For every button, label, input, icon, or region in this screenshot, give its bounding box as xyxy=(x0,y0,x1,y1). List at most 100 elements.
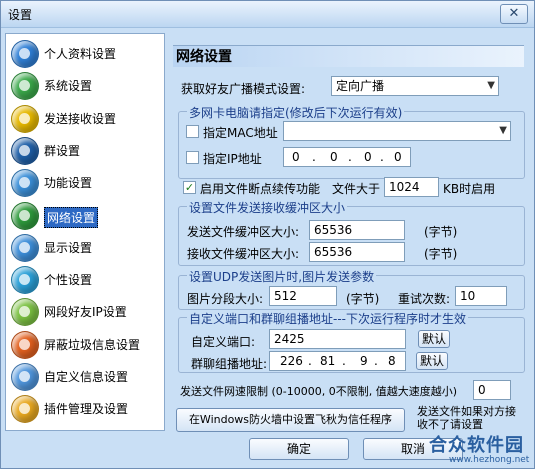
port-label: 自定义端口: xyxy=(191,335,256,349)
ip-address-field[interactable]: 0 . 0 . 0 . 0 xyxy=(283,147,411,167)
firewall-note: 发送文件如果对方接收不了请设置 xyxy=(417,405,516,431)
sidebar-item-label: 插件管理及设置 xyxy=(44,402,129,417)
sidebar-item[interactable]: 自定义信息设置 xyxy=(8,361,160,391)
sidebar-item-label: 自定义信息设置 xyxy=(44,370,129,384)
sidebar-item-label: 群设置 xyxy=(44,143,81,158)
sidebar-item[interactable]: 功能设置 xyxy=(8,167,160,198)
check-icon: ✓ xyxy=(184,181,195,194)
sidebar-item-icon xyxy=(11,40,39,68)
mac-checkbox[interactable] xyxy=(186,125,199,138)
multicast-octet-1: 226 xyxy=(280,354,303,368)
port-value: 2425 xyxy=(274,332,305,346)
sidebar-item[interactable]: 插件管理及设置 xyxy=(8,393,160,424)
sidebar-item-icon xyxy=(11,266,39,295)
sidebar-item-label: 个人资料设置 xyxy=(44,47,117,61)
recv-buffer-value: 65536 xyxy=(314,245,353,259)
send-buffer-value: 65536 xyxy=(314,223,353,237)
udp-retry-value: 10 xyxy=(460,289,476,303)
page-title: 网络设置 xyxy=(173,45,524,67)
watermark-url: www.hezhong.net xyxy=(449,455,530,465)
close-icon: ✕ xyxy=(508,6,520,21)
multicast-sep: . xyxy=(374,354,378,368)
udp-segment-label: 图片分段大小: xyxy=(187,292,264,306)
sidebar-item-icon xyxy=(11,363,39,391)
speed-limit-value: 0 xyxy=(478,383,486,397)
sidebar-item-label: 系统设置 xyxy=(44,79,93,94)
site-watermark: 合众软件园 www.hezhong.net xyxy=(419,431,531,467)
ip-octet-2: 0 xyxy=(330,150,338,164)
sidebar-item[interactable]: 个人资料设置 xyxy=(8,38,160,68)
chevron-down-icon: ▼ xyxy=(487,80,495,91)
ip-octet-4: 0 xyxy=(394,150,402,164)
mac-select[interactable]: ▼ xyxy=(283,121,511,141)
send-buffer-label: 发送文件缓冲区大小: xyxy=(187,225,300,239)
chevron-down-icon: ▼ xyxy=(499,125,507,136)
multicast-sep: . xyxy=(342,354,346,368)
sidebar-item[interactable]: 屏蔽垃圾信息设置 xyxy=(8,329,160,359)
sidebar-item[interactable]: 个性设置 xyxy=(8,264,160,295)
settings-window: 设置 ✕ 个人资料设置 系统设置 发送接收设置 群设置 功能设置 网络设置 显示设置 个性设置… xyxy=(0,0,535,469)
sidebar-item-label: 网段好友IP设置 xyxy=(44,305,127,320)
multicast-address-field[interactable]: 226 . 81 . 9 . 8 xyxy=(269,351,406,371)
sidebar-item-label: 网络设置 xyxy=(44,206,99,228)
sidebar-item-icon xyxy=(11,72,39,101)
sidebar-item[interactable]: 网络设置 xyxy=(8,200,160,230)
sidebar-item-label: 发送接收设置 xyxy=(44,111,117,126)
watermark-text: 合众软件园 xyxy=(429,435,524,456)
resume-unit-label: KB时启用 xyxy=(443,182,496,196)
resume-label: 启用文件断点续传功能 xyxy=(200,182,321,196)
sidebar-item[interactable]: 网段好友IP设置 xyxy=(8,296,160,327)
port-default-button[interactable]: 默认 xyxy=(418,330,450,348)
sidebar-item-icon xyxy=(11,169,39,198)
ip-checkbox[interactable] xyxy=(186,151,199,164)
close-button[interactable]: ✕ xyxy=(500,4,528,24)
broadcast-mode-select[interactable]: 定向广播 ▼ xyxy=(331,76,499,96)
recv-buffer-unit: (字节) xyxy=(424,247,458,261)
multi-nic-title: 多网卡电脑请指定(修改后下次运行有效) xyxy=(187,104,405,121)
broadcast-mode-label: 获取好友广播模式设置: xyxy=(181,82,306,96)
multicast-octet-4: 8 xyxy=(388,354,396,368)
ip-label: 指定IP地址 xyxy=(203,152,262,166)
ip-octet-3: 0 xyxy=(364,150,372,164)
sidebar-item-icon xyxy=(11,201,39,230)
sidebar-item-icon xyxy=(11,298,39,327)
recv-buffer-input[interactable]: 65536 xyxy=(309,242,405,262)
multicast-octet-2: 81 xyxy=(320,354,336,368)
sidebar-item[interactable]: 显示设置 xyxy=(8,232,160,262)
resume-checkbox[interactable]: ✓ xyxy=(183,181,196,194)
udp-segment-input[interactable]: 512 xyxy=(269,286,337,306)
speed-limit-input[interactable]: 0 xyxy=(473,380,511,400)
multicast-default-button[interactable]: 默认 xyxy=(416,352,448,370)
sidebar-item[interactable]: 发送接收设置 xyxy=(8,103,160,133)
sidebar-item[interactable]: 群设置 xyxy=(8,135,160,165)
udp-segment-unit: (字节) xyxy=(346,292,380,306)
sidebar-item-label: 个性设置 xyxy=(44,273,93,288)
speed-limit-label: 发送文件网速限制 (0-10000, 0不限制, 值越大速度越小) xyxy=(180,385,458,398)
sidebar-item-icon xyxy=(11,330,39,359)
sidebar-item-icon xyxy=(11,136,39,165)
multicast-title: 自定义端口和群聊组播地址---下次运行程序时才生效 xyxy=(187,310,468,327)
sidebar-item[interactable]: 系统设置 xyxy=(8,70,160,101)
port-input[interactable]: 2425 xyxy=(269,329,406,349)
ok-button[interactable]: 确定 xyxy=(249,438,349,460)
title-bar[interactable]: 设置 ✕ xyxy=(1,1,534,28)
ip-sep: . xyxy=(312,150,316,164)
multicast-octet-3: 9 xyxy=(360,354,368,368)
window-title: 设置 xyxy=(8,8,33,22)
udp-retry-label: 重试次数: xyxy=(398,292,451,306)
sidebar-item-label: 功能设置 xyxy=(44,176,93,191)
udp-title: 设置UDP发送图片时,图片发送参数 xyxy=(187,268,377,285)
ip-sep: . xyxy=(348,150,352,164)
firewall-trust-button[interactable]: 在Windows防火墙中设置飞秋为信任程序 xyxy=(176,408,405,432)
udp-segment-value: 512 xyxy=(274,289,297,303)
resume-size-input[interactable]: 1024 xyxy=(384,177,439,197)
send-buffer-input[interactable]: 65536 xyxy=(309,220,405,240)
ip-sep: . xyxy=(380,150,384,164)
resume-size-label: 文件大于 xyxy=(332,182,381,196)
mac-label: 指定MAC地址 xyxy=(203,126,278,140)
send-buffer-unit: (字节) xyxy=(424,225,458,239)
multicast-sep: . xyxy=(308,354,312,368)
udp-retry-input[interactable]: 10 xyxy=(455,286,507,306)
broadcast-mode-value: 定向广播 xyxy=(336,79,385,93)
resume-size-value: 1024 xyxy=(389,180,420,194)
